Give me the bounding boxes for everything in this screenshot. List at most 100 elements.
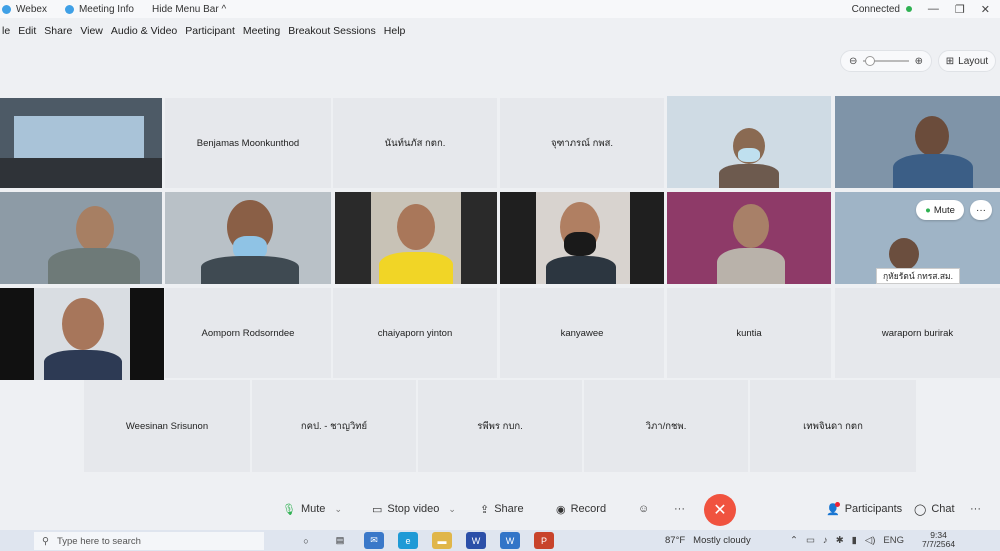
participant-tile[interactable]: Benjamas Moonkunthod [165, 98, 331, 188]
participant-tile[interactable]: kanyawee [500, 288, 664, 378]
zoom-knob[interactable] [865, 56, 876, 66]
chat-button[interactable]: ◯ Chat [914, 498, 955, 520]
menu-edit[interactable]: Edit [18, 25, 36, 37]
video-tile[interactable] [835, 96, 1000, 188]
end-meeting-button[interactable]: ✕ [704, 494, 736, 526]
participant-body [546, 256, 616, 284]
file-explorer-icon[interactable]: ▬ [432, 532, 452, 549]
overflow-button[interactable]: ··· [970, 498, 981, 520]
widgets-icon[interactable]: ▤ [330, 532, 350, 549]
weather-widget[interactable]: 87°F Mostly cloudy [665, 535, 751, 546]
participant-head [889, 238, 919, 270]
participant-tile[interactable]: Weesinan Srisunon [84, 380, 250, 472]
participant-tile[interactable]: กคป. - ชาญวิทย์ [252, 380, 416, 472]
participant-tile[interactable]: นันท์นภัส กตก. [333, 98, 497, 188]
participant-body [44, 350, 122, 380]
participant-head [915, 116, 949, 156]
meeting-info-button[interactable]: Meeting Info [64, 4, 134, 15]
chevron-down-icon[interactable]: ⌄ [448, 504, 456, 515]
participant-tile[interactable]: waraporn burirak [835, 288, 1000, 378]
zoom-in-icon[interactable]: ⊕ [915, 56, 923, 67]
hide-menu-bar-button[interactable]: Hide Menu Bar ^ [152, 4, 226, 15]
mute-button[interactable]: 🎙 Mute ⌄ [282, 498, 342, 520]
video-tile[interactable] [667, 192, 831, 284]
video-tile[interactable] [335, 192, 497, 284]
layout-label: Layout [958, 55, 989, 67]
participant-tile[interactable]: Aomporn Rodsorndee [165, 288, 331, 378]
menu-share[interactable]: Share [44, 25, 72, 37]
tile-more-button[interactable]: ··· [970, 200, 992, 220]
menu-file[interactable]: le [2, 25, 10, 37]
participant-tile[interactable]: รพีพร กบก. [418, 380, 582, 472]
more-icon: ··· [976, 204, 986, 216]
video-tile[interactable] [0, 192, 162, 284]
menu-bar: le Edit Share View Audio & Video Partici… [0, 22, 1000, 40]
task-view-icon[interactable]: ○ [296, 532, 316, 549]
zoom-track[interactable] [863, 56, 909, 66]
participant-head [62, 298, 104, 350]
share-button[interactable]: ⇪ Share [480, 498, 524, 520]
connection-dot-icon [906, 6, 912, 12]
participant-head [76, 206, 114, 252]
video-tile[interactable] [500, 192, 664, 284]
conference-table [0, 158, 162, 188]
zoom-slider[interactable]: ⊖ ⊕ [840, 50, 932, 72]
video-tile[interactable] [667, 96, 831, 188]
bluetooth-icon[interactable]: ✱ [836, 535, 844, 546]
participant-tile[interactable]: เทพจินดา กตก [750, 380, 916, 472]
language-indicator[interactable]: ENG [883, 535, 904, 546]
chat-label: Chat [931, 503, 955, 515]
system-clock[interactable]: 9:34 7/7/2564 [922, 531, 955, 549]
participant-tile[interactable]: kuntia [667, 288, 831, 378]
battery-icon[interactable]: ▮ [852, 535, 857, 546]
taskbar: ⚲ Type here to search ○ ▤ ✉ e ▬ W W P 87… [0, 530, 1000, 551]
menu-help[interactable]: Help [384, 25, 406, 37]
zoom-out-icon[interactable]: ⊖ [849, 56, 857, 67]
menu-meeting[interactable]: Meeting [243, 25, 280, 37]
participant-name: Weesinan Srisunon [125, 420, 209, 432]
participant-body [379, 252, 453, 284]
participants-button[interactable]: 👤 Participants [826, 498, 902, 520]
tile-mute-button[interactable]: ● Mute [916, 200, 964, 220]
share-label: Share [494, 503, 524, 515]
menu-participant[interactable]: Participant [185, 25, 235, 37]
video-tile-conference-room[interactable] [0, 98, 162, 188]
video-tile[interactable] [165, 192, 331, 284]
clock-date: 7/7/2564 [922, 539, 956, 549]
participant-tile[interactable]: chaiyaporn yinton [333, 288, 497, 378]
record-button[interactable]: ◉ Record [556, 498, 606, 520]
network-icon[interactable]: ▭ [806, 535, 815, 546]
window-controls: — ❐ ✕ [928, 3, 990, 16]
participant-name: นันท์นภัส กตก. [384, 137, 446, 149]
close-window-button[interactable]: ✕ [981, 3, 990, 16]
webex-app-icon[interactable]: W [466, 532, 486, 549]
participant-tile[interactable]: จุฑาภรณ์ กพส. [500, 98, 664, 188]
chevron-up-icon[interactable]: ⌃ [790, 535, 798, 546]
temperature: 87°F [665, 535, 686, 546]
menu-view[interactable]: View [80, 25, 103, 37]
stop-video-button[interactable]: ▭ Stop video ⌄ [372, 498, 456, 520]
participant-name: waraporn burirak [881, 327, 954, 339]
edge-browser-icon[interactable]: e [398, 532, 418, 549]
layout-button[interactable]: ⊞ Layout [938, 50, 996, 72]
volume-icon[interactable]: ◁) [865, 535, 875, 546]
overflow-icon: ··· [970, 503, 981, 515]
menu-audio-video[interactable]: Audio & Video [111, 25, 177, 37]
powerpoint-icon[interactable]: P [534, 532, 554, 549]
weather-description: Mostly cloudy [693, 535, 751, 546]
hide-menu-label: Hide Menu Bar ^ [152, 3, 227, 15]
tooltip-text: กุหัยรัตน์ กทรส.สม. [883, 271, 954, 281]
webex-meetings-icon[interactable]: W [500, 532, 520, 549]
menu-breakout-sessions[interactable]: Breakout Sessions [288, 25, 376, 37]
participant-name: kanyawee [560, 327, 604, 339]
chevron-down-icon[interactable]: ⌄ [334, 504, 342, 515]
minimize-button[interactable]: — [928, 3, 939, 16]
video-tile[interactable] [0, 288, 164, 380]
more-options-button[interactable]: ··· [674, 498, 685, 520]
mail-app-icon[interactable]: ✉ [364, 532, 384, 549]
maximize-button[interactable]: ❐ [955, 3, 965, 16]
participant-tile[interactable]: วิภา/กชพ. [584, 380, 748, 472]
reactions-button[interactable]: ☺ [638, 498, 649, 520]
taskbar-search[interactable]: ⚲ Type here to search [34, 532, 264, 550]
microphone-icon[interactable]: ♪ [823, 535, 828, 546]
